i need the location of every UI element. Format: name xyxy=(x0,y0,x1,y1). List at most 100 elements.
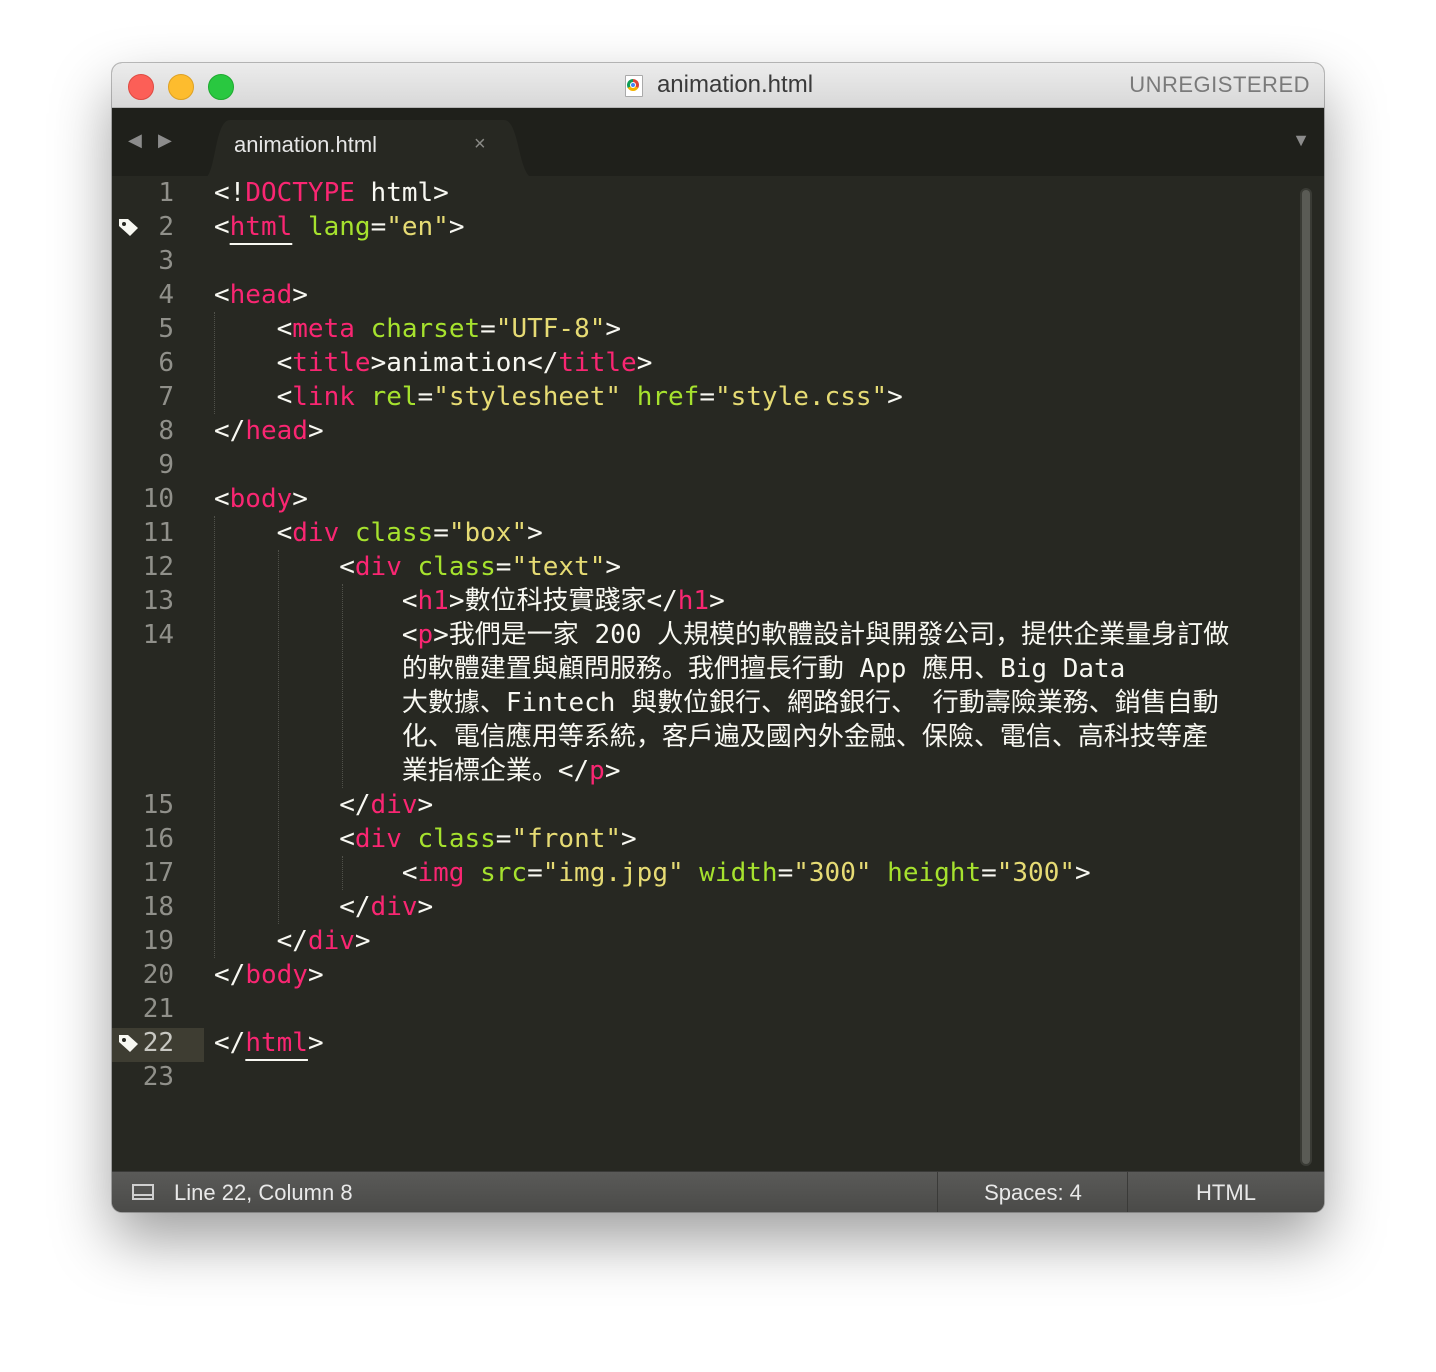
code-token: class xyxy=(417,552,496,582)
code-token: < xyxy=(214,586,418,616)
line-number[interactable]: 7 xyxy=(114,380,174,414)
panel-toggle-icon[interactable] xyxy=(132,1184,154,1200)
chevron-down-icon[interactable]: ▼ xyxy=(1292,130,1310,151)
code-token: width xyxy=(699,858,778,888)
line-number[interactable]: 10 xyxy=(114,482,174,516)
code-token: <! xyxy=(214,178,246,208)
tab-animation-html[interactable]: animation.html × xyxy=(204,120,534,178)
code-token: < xyxy=(214,858,418,888)
line-number[interactable]: 11 xyxy=(114,516,174,550)
code-token: rel xyxy=(370,382,418,412)
code-token: >數位科技實踐家</ xyxy=(448,586,678,616)
code-line[interactable]: <h1>數位科技實踐家</h1> xyxy=(214,584,725,618)
code-token: "en" xyxy=(386,212,449,242)
code-token: = xyxy=(495,552,512,582)
code-token: body xyxy=(229,484,293,514)
code-line[interactable]: <head> xyxy=(214,278,308,312)
code-line[interactable]: </div> xyxy=(214,788,433,822)
code-line[interactable]: <div class="text"> xyxy=(214,550,621,584)
tab-back-icon[interactable]: ◀ xyxy=(128,130,142,151)
line-number[interactable]: 23 xyxy=(114,1060,174,1094)
line-number[interactable]: 14 xyxy=(114,618,174,652)
code-token: < xyxy=(214,314,293,344)
line-number[interactable]: 3 xyxy=(114,244,174,278)
code-token: = xyxy=(777,858,794,888)
code-token: link xyxy=(292,382,355,412)
line-number[interactable]: 8 xyxy=(114,414,174,448)
syntax-selector[interactable]: HTML xyxy=(1128,1172,1324,1212)
line-number[interactable]: 4 xyxy=(114,278,174,312)
code-token: > xyxy=(292,280,308,310)
code-token: div xyxy=(370,790,418,820)
code-token: html xyxy=(229,212,293,242)
code-line[interactable]: <meta charset="UTF-8"> xyxy=(214,312,621,346)
tab-forward-icon[interactable]: ▶ xyxy=(158,130,172,151)
code-line[interactable]: 化、電信應用等系統，客戶遍及國內外金融、保險、電信、高科技等產 xyxy=(214,720,1208,754)
code-token: = xyxy=(495,824,512,854)
line-number[interactable]: 5 xyxy=(114,312,174,346)
code-line[interactable]: <link rel="stylesheet" href="style.css"> xyxy=(214,380,903,414)
bookmark-tag-icon[interactable] xyxy=(118,1033,140,1053)
line-number[interactable]: 9 xyxy=(114,448,174,482)
code-token: DOCTYPE xyxy=(245,178,355,208)
code-line[interactable]: </body> xyxy=(214,958,324,992)
code-token: title xyxy=(292,348,371,378)
code-line[interactable]: <title>animation</title> xyxy=(214,346,653,380)
code-line[interactable]: <p>我們是一家 200 人規模的軟體設計與開發公司，提供企業量身訂做 xyxy=(214,618,1229,652)
code-line[interactable]: </div> xyxy=(214,890,433,924)
code-line[interactable]: 大數據、Fintech 與數位銀行、網路銀行、 行動壽險業務、銷售自動 xyxy=(214,686,1219,720)
line-number[interactable]: 15 xyxy=(114,788,174,822)
close-icon[interactable]: × xyxy=(474,133,486,156)
code-token: > xyxy=(354,926,371,956)
tab-bar: ◀ ▶ animation.html × ▼ xyxy=(112,108,1324,178)
line-number[interactable]: 17 xyxy=(114,856,174,890)
code-editor[interactable]: 1 2 3 4 5 6 7 8 9 10 11 12 13 14 15 16 17 18 19 20 21 22 23 <!… xyxy=(112,176,1324,1171)
code-token: < xyxy=(214,552,355,582)
line-number[interactable]: 1 xyxy=(114,176,174,210)
code-token: "300" xyxy=(793,858,872,888)
code-line[interactable]: </html> xyxy=(214,1026,324,1060)
code-token: "300" xyxy=(996,858,1076,888)
title-bar: animation.html UNREGISTERED xyxy=(112,63,1324,108)
code-line[interactable]: </head> xyxy=(214,414,324,448)
code-line[interactable]: <div class="box"> xyxy=(214,516,543,550)
code-token: < xyxy=(214,620,418,650)
code-token: > xyxy=(527,518,543,548)
bookmark-tag-icon[interactable] xyxy=(118,217,140,237)
code-line[interactable]: 業指標企業。</p> xyxy=(214,754,621,788)
line-number[interactable]: 6 xyxy=(114,346,174,380)
code-token: >animation</ xyxy=(370,348,559,378)
code-line[interactable]: <html lang="en"> xyxy=(214,210,465,244)
cursor-position: Line 22, Column 8 xyxy=(174,1180,353,1205)
code-token: < xyxy=(214,280,230,310)
code-token: height xyxy=(887,858,982,888)
line-number[interactable]: 18 xyxy=(114,890,174,924)
code-line[interactable]: 的軟體建置與顧問服務。我們擅長行動 App 應用、Big Data xyxy=(214,652,1126,686)
code-line[interactable]: <body> xyxy=(214,482,308,516)
scrollbar-thumb[interactable] xyxy=(1302,190,1310,1164)
line-number[interactable]: 19 xyxy=(114,924,174,958)
code-line[interactable]: <img src="img.jpg" width="300" height="3… xyxy=(214,856,1091,890)
code-token: > xyxy=(417,790,434,820)
code-line[interactable]: </div> xyxy=(214,924,371,958)
line-number[interactable]: 21 xyxy=(114,992,174,1026)
indentation-setting[interactable]: Spaces: 4 xyxy=(938,1172,1128,1212)
code-line[interactable]: <div class="front"> xyxy=(214,822,636,856)
code-token: "text" xyxy=(511,552,606,582)
code-token: = xyxy=(370,212,387,242)
code-token: > xyxy=(709,586,725,616)
code-line[interactable]: <!DOCTYPE html> xyxy=(214,176,449,210)
line-number-gutter[interactable]: 1 2 3 4 5 6 7 8 9 10 11 12 13 14 15 16 17 18 19 20 21 22 23 xyxy=(112,176,204,1171)
editor-window: animation.html UNREGISTERED ◀ ▶ animatio… xyxy=(112,63,1324,1212)
code-token: 大數據、Fintech 與數位銀行、網路銀行、 行動壽險業務、銷售自動 xyxy=(214,688,1219,718)
line-number[interactable]: 13 xyxy=(114,584,174,618)
code-token: lang xyxy=(307,212,371,242)
code-token: > xyxy=(448,212,465,242)
line-number[interactable]: 20 xyxy=(114,958,174,992)
line-number[interactable]: 12 xyxy=(114,550,174,584)
line-number[interactable]: 16 xyxy=(114,822,174,856)
code-area[interactable]: <!DOCTYPE html> <html lang="en"> <head> <m… xyxy=(214,176,1299,1171)
